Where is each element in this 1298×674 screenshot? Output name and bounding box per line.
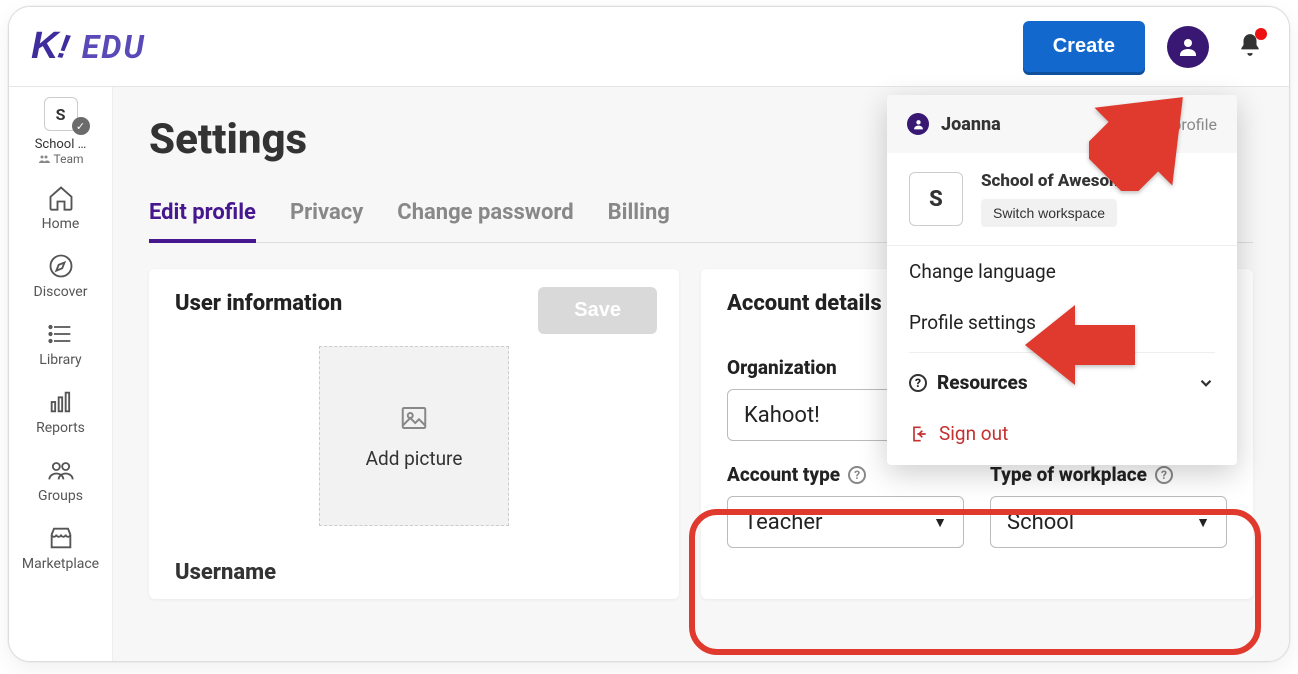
chevron-down-icon: ✓ (72, 117, 90, 135)
workspace-initial: S (909, 172, 963, 226)
sidebar: S ✓ School … Team Home Discover Library (9, 87, 113, 661)
menu-profile-settings[interactable]: Profile settings (887, 297, 1237, 348)
sidebar-item-label: Discover (34, 284, 88, 300)
workplace-type-select[interactable]: School ▼ (990, 496, 1227, 548)
sidebar-item-marketplace[interactable]: Marketplace (9, 510, 112, 578)
add-picture-label: Add picture (366, 447, 463, 470)
account-type-label: Account type ? (727, 463, 964, 486)
workspace-row: S School of Awesome Switch workspace (887, 153, 1237, 246)
sidebar-item-groups[interactable]: Groups (9, 442, 112, 510)
logo-edu: EDU (82, 28, 146, 66)
sidebar-item-label: Marketplace (22, 556, 99, 572)
switch-workspace-button[interactable]: Switch workspace (981, 199, 1117, 227)
tab-edit-profile[interactable]: Edit profile (149, 190, 256, 243)
menu-sign-out[interactable]: Sign out (887, 408, 1237, 465)
profile-menu: Joanna View profile S School of Awesome … (887, 95, 1237, 465)
topbar: K ! EDU Create (9, 7, 1289, 87)
create-button[interactable]: Create (1023, 21, 1145, 72)
organization-value: Kahoot! (744, 403, 820, 428)
list-icon (47, 320, 75, 348)
compass-icon (47, 252, 75, 280)
people-icon (38, 153, 50, 165)
logo[interactable]: K ! EDU (31, 25, 146, 68)
save-button[interactable]: Save (538, 287, 657, 334)
menu-change-language[interactable]: Change language (887, 246, 1237, 297)
tab-privacy[interactable]: Privacy (290, 190, 363, 242)
chevron-down-icon: ▼ (1196, 514, 1210, 531)
image-icon (399, 403, 429, 433)
group-icon (47, 456, 75, 484)
notification-dot (1255, 28, 1267, 40)
notifications-button[interactable] (1237, 32, 1263, 62)
workplace-type-value: School (1007, 510, 1074, 535)
sidebar-item-discover[interactable]: Discover (9, 238, 112, 306)
person-icon (1176, 35, 1200, 59)
sidebar-item-label: Library (39, 352, 81, 368)
add-picture-button[interactable]: Add picture (319, 346, 509, 526)
help-icon[interactable]: ? (1155, 466, 1173, 484)
user-information-card: User information Save Add picture Userna… (149, 269, 679, 599)
sidebar-item-reports[interactable]: Reports (9, 374, 112, 442)
person-icon (907, 113, 929, 135)
help-icon[interactable]: ? (848, 466, 866, 484)
sidebar-item-library[interactable]: Library (9, 306, 112, 374)
tab-billing[interactable]: Billing (608, 190, 670, 242)
workspace-name: School … (35, 137, 87, 152)
chevron-down-icon: ▼ (933, 514, 947, 531)
profile-menu-username: Joanna (941, 114, 1122, 135)
logo-k: K (31, 25, 56, 68)
barchart-icon (47, 388, 75, 416)
chevron-down-icon (1197, 374, 1215, 392)
workspace-name: School of Awesome (981, 171, 1133, 191)
account-type-value: Teacher (744, 510, 822, 535)
view-profile-link[interactable]: View profile (1134, 115, 1217, 134)
home-icon (47, 184, 75, 212)
menu-resources[interactable]: ? Resources (887, 357, 1237, 408)
sidebar-item-label: Home (42, 216, 80, 232)
workspace-switcher[interactable]: S ✓ School … Team (32, 97, 90, 166)
logo-bang: ! (55, 27, 73, 67)
workplace-type-label: Type of workplace ? (990, 463, 1227, 486)
account-type-select[interactable]: Teacher ▼ (727, 496, 964, 548)
username-label: Username (175, 560, 276, 585)
signout-icon (909, 424, 929, 444)
store-icon (47, 524, 75, 552)
profile-menu-header: Joanna View profile (887, 95, 1237, 153)
tab-change-password[interactable]: Change password (397, 190, 573, 242)
team-label: Team (38, 152, 84, 166)
sidebar-item-label: Reports (36, 420, 85, 436)
help-icon: ? (909, 374, 927, 392)
sidebar-item-home[interactable]: Home (9, 170, 112, 238)
sidebar-item-label: Groups (38, 488, 83, 504)
profile-avatar-button[interactable] (1167, 26, 1209, 68)
